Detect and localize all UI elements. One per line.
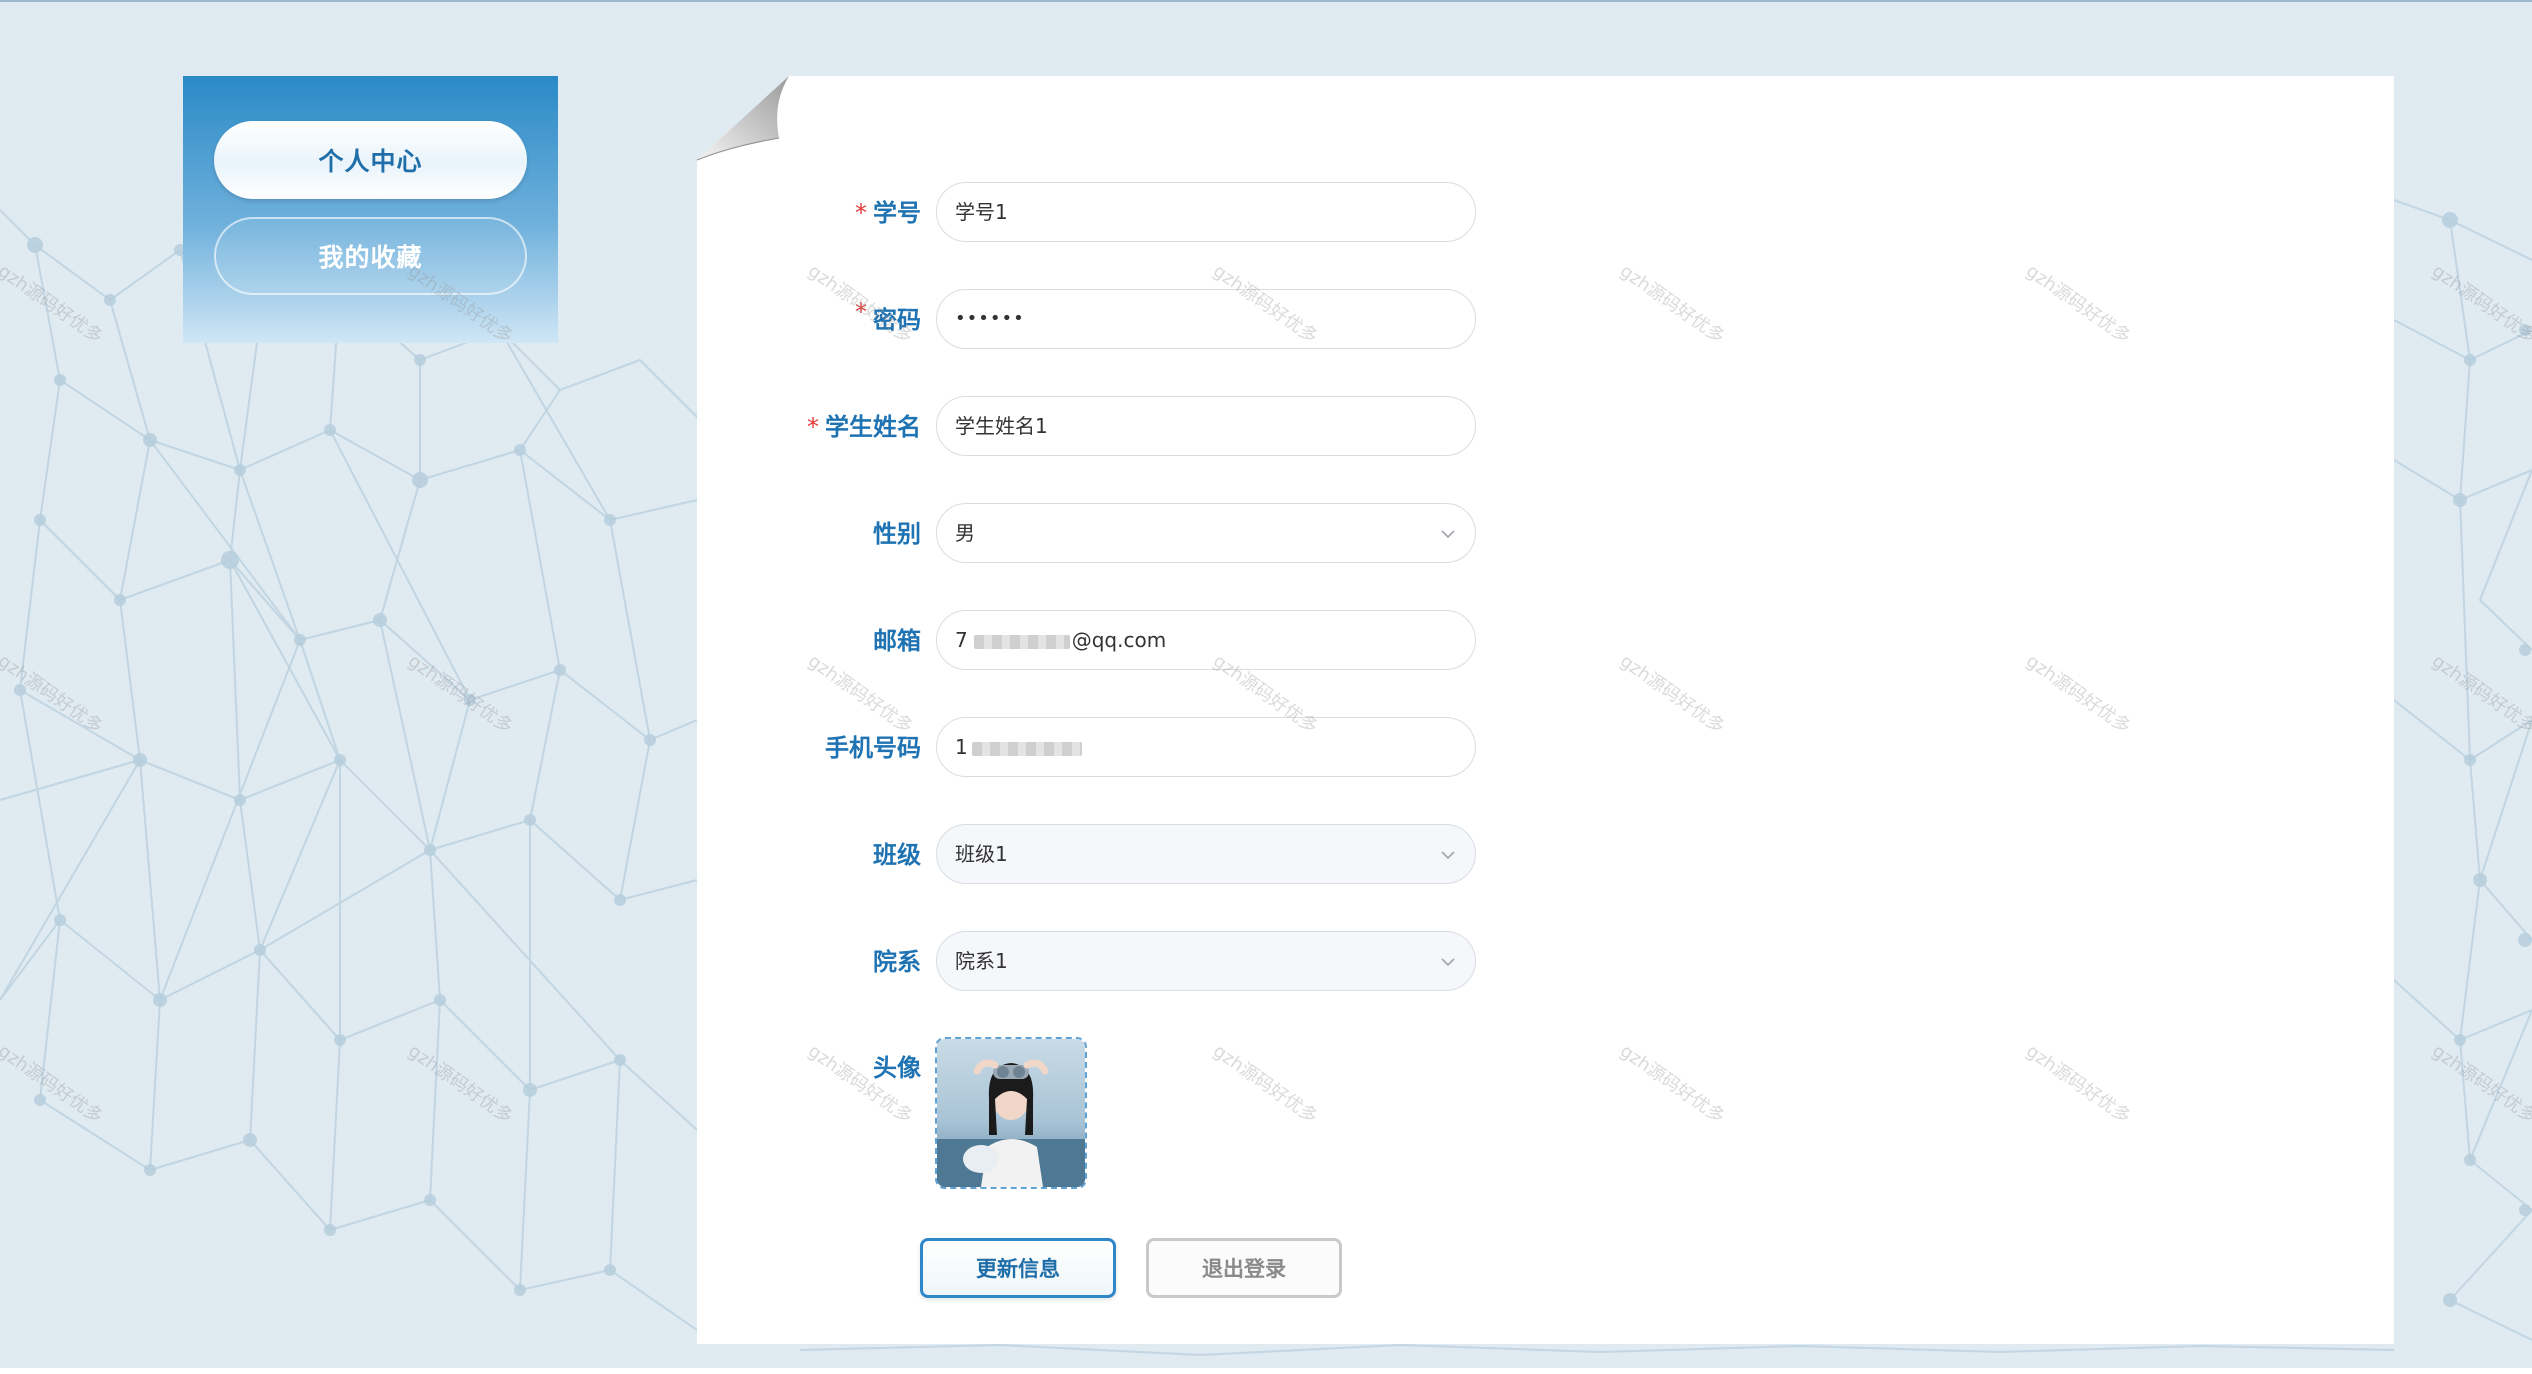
bottom-band <box>0 1368 2532 1374</box>
page-curl-decoration <box>697 76 789 161</box>
chevron-down-icon <box>1441 851 1455 860</box>
form-row-email: 邮箱 7 @qq.com <box>697 610 1497 672</box>
blurred-text <box>971 741 1082 756</box>
form-row-avatar: 头像 <box>697 1037 1497 1099</box>
label-class: 班级 <box>873 841 921 869</box>
label-email: 邮箱 <box>873 627 921 655</box>
form-row-student-id: * 学号 学号1 <box>697 182 1497 244</box>
required-marker: * <box>855 298 867 326</box>
label-phone: 手机号码 <box>825 734 921 762</box>
password-input[interactable]: •••••• <box>936 289 1476 349</box>
class-value: 班级1 <box>955 842 1008 866</box>
label-gender: 性别 <box>873 520 921 548</box>
sidebar: 个人中心 我的收藏 <box>183 76 558 343</box>
chevron-down-icon <box>1441 958 1455 967</box>
label-password: * 密码 <box>855 298 921 334</box>
top-border <box>0 0 2532 2</box>
department-value: 院系1 <box>955 949 1008 973</box>
student-id-input[interactable]: 学号1 <box>936 182 1476 242</box>
avatar-upload[interactable] <box>935 1037 1087 1189</box>
phone-input[interactable]: 1 <box>936 717 1476 777</box>
logout-button[interactable]: 退出登录 <box>1146 1238 1342 1298</box>
update-info-button[interactable]: 更新信息 <box>920 1238 1116 1298</box>
sidebar-item-profile[interactable]: 个人中心 <box>214 121 527 199</box>
gender-value: 男 <box>955 521 975 545</box>
label-avatar: 头像 <box>873 1054 921 1082</box>
sidebar-item-favorites[interactable]: 我的收藏 <box>214 217 527 295</box>
chevron-down-icon <box>1441 530 1455 539</box>
form-row-department: 院系 院系1 <box>697 931 1497 993</box>
blurred-text <box>973 634 1070 649</box>
label-department: 院系 <box>873 948 921 976</box>
form-row-password: * 密码 •••••• <box>697 289 1497 351</box>
form-row-class: 班级 班级1 <box>697 824 1497 886</box>
department-select[interactable]: 院系1 <box>936 931 1476 991</box>
student-name-input[interactable]: 学生姓名1 <box>936 396 1476 456</box>
email-input[interactable]: 7 @qq.com <box>936 610 1476 670</box>
form-row-student-name: * 学生姓名 学生姓名1 <box>697 396 1497 458</box>
label-student-id: * 学号 <box>855 199 921 227</box>
form-row-gender: 性别 男 <box>697 503 1497 565</box>
avatar-image <box>937 1039 1085 1187</box>
required-marker: * <box>855 199 867 227</box>
form-row-phone: 手机号码 1 <box>697 717 1497 779</box>
gender-select[interactable]: 男 <box>936 503 1476 563</box>
class-select[interactable]: 班级1 <box>936 824 1476 884</box>
required-marker: * <box>807 413 819 441</box>
label-student-name: * 学生姓名 <box>807 413 921 441</box>
